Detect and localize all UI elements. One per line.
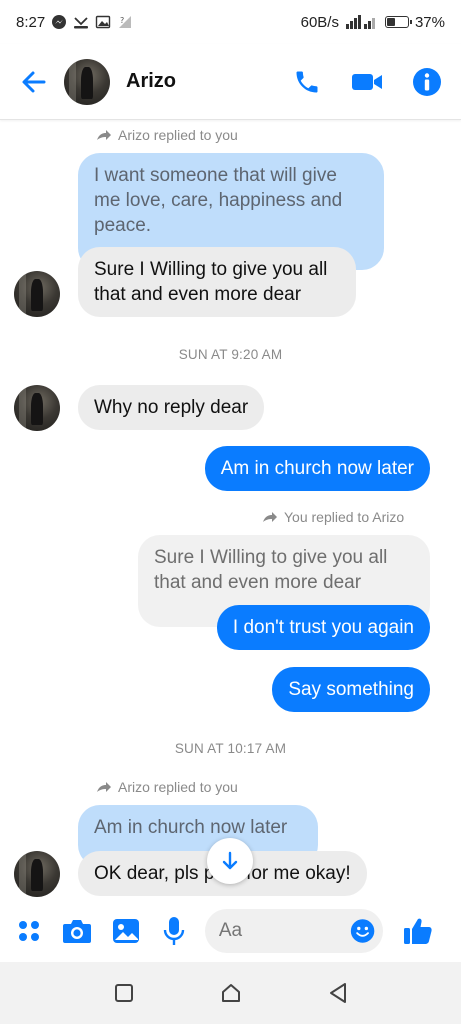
chat-header: Arizo [0, 44, 461, 120]
message-thread[interactable]: Arizo replied to you I want someone that… [0, 121, 461, 907]
message-text: Sure I Willing to give you all that and … [94, 259, 328, 305]
svg-text:?: ? [120, 16, 124, 25]
outgoing-message[interactable]: Say something [272, 667, 430, 712]
reply-arrow-icon [97, 782, 111, 792]
battery-icon [384, 16, 412, 28]
voice-message-button[interactable] [157, 913, 191, 949]
incoming-message[interactable]: Why no reply dear [78, 385, 265, 430]
signal-off-icon: ? [117, 14, 133, 30]
status-time: 8:27 [16, 13, 46, 31]
microphone-icon [163, 917, 184, 945]
message-input-field[interactable] [204, 909, 383, 953]
status-bar: 8:27 ? 60B/s 37% [0, 0, 461, 44]
outgoing-message[interactable]: Am in church now later [204, 446, 430, 491]
video-camera-icon [352, 73, 382, 90]
gallery-icon [112, 919, 139, 943]
quoted-message-text: Sure I Willing to give you all that and … [154, 547, 388, 593]
outgoing-message[interactable]: I don't trust you again [216, 605, 430, 650]
reply-note: Arizo replied to you [96, 127, 238, 143]
message-text: Am in church now later [220, 458, 414, 479]
back-nav-button[interactable] [318, 973, 358, 1013]
reply-note: You replied to Arizo [262, 509, 404, 525]
like-button[interactable] [401, 913, 435, 949]
contact-name[interactable]: Arizo [126, 70, 176, 93]
quoted-message-text: I want someone that will give me love, c… [94, 165, 343, 236]
apps-grid-icon [19, 921, 40, 941]
phone-icon [296, 71, 318, 92]
image-notification-icon [95, 14, 111, 30]
message-input[interactable] [218, 920, 350, 942]
camera-icon [63, 920, 92, 943]
message-text: Say something [288, 679, 414, 700]
battery-percent: 37% [414, 13, 445, 31]
network-speed: 60B/s [300, 13, 339, 31]
recents-square-icon [114, 984, 133, 1002]
voice-call-button[interactable] [287, 62, 327, 102]
reply-arrow-icon [263, 512, 277, 522]
home-icon [221, 984, 240, 1002]
signal-strength-icon [345, 14, 379, 30]
reply-note-text: Arizo replied to you [118, 779, 238, 795]
messenger-notification-icon [51, 14, 67, 30]
sender-avatar[interactable] [14, 851, 60, 897]
contact-avatar[interactable] [64, 58, 110, 105]
message-text: Why no reply dear [94, 397, 249, 418]
timestamp: SUN AT 10:17 AM [174, 741, 287, 756]
message-text: I don't trust you again [232, 617, 414, 638]
back-arrow-icon [22, 71, 46, 92]
info-icon [413, 67, 441, 96]
scroll-to-bottom-button[interactable] [207, 838, 253, 884]
camera-button[interactable] [60, 913, 94, 949]
reply-note-text: You replied to Arizo [284, 509, 405, 525]
arrow-down-icon [222, 851, 238, 870]
sender-avatar[interactable] [14, 385, 60, 431]
more-actions-button[interactable] [12, 913, 46, 949]
system-navigation-bar [0, 962, 461, 1024]
video-call-button[interactable] [347, 62, 387, 102]
home-button[interactable] [211, 973, 251, 1013]
gallery-button[interactable] [108, 913, 142, 949]
emoji-icon[interactable] [350, 916, 375, 946]
reply-arrow-icon [97, 130, 111, 140]
quoted-message-text: Am in church now later [94, 817, 288, 838]
reply-note-text: Arizo replied to you [118, 127, 238, 143]
composer-bar [0, 907, 461, 955]
incoming-message[interactable]: Sure I Willing to give you all that and … [78, 247, 356, 317]
sender-avatar[interactable] [14, 271, 60, 317]
reply-note: Arizo replied to you [96, 779, 238, 795]
missed-call-icon [73, 14, 89, 30]
back-triangle-icon [329, 983, 346, 1003]
back-button[interactable] [14, 62, 54, 102]
recents-button[interactable] [104, 973, 144, 1013]
info-button[interactable] [407, 62, 447, 102]
timestamp: SUN AT 9:20 AM [178, 347, 283, 362]
thumbs-up-icon [403, 918, 432, 944]
